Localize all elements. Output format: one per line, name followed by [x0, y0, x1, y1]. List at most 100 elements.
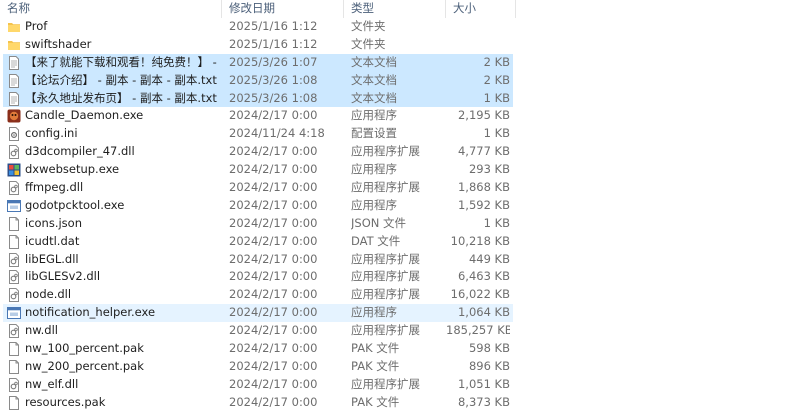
folder-icon [7, 20, 21, 34]
file-name: d3dcompiler_47.dll [25, 144, 135, 159]
exe-window-icon [7, 199, 21, 213]
file-type: 应用程序扩展 [351, 144, 420, 159]
file-row[interactable]: libGLESv2.dll 2024/2/17 0:00 应用程序扩展 6,463 K… [0, 268, 800, 286]
file-date: 2024/2/17 0:00 [229, 162, 318, 177]
file-row[interactable]: Candle_Daemon.exe 2024/2/17 0:00 应用程序 2,195… [0, 107, 800, 125]
file-row[interactable]: godotpcktool.exe 2024/2/17 0:00 应用程序 1,592 … [0, 197, 800, 215]
file-name: swiftshader [25, 36, 92, 51]
file-size: 2 KB [483, 72, 510, 87]
file-row[interactable]: swiftshader 2025/1/16 1:12 文件夹 [0, 36, 800, 54]
file-type: 文本文档 [351, 90, 397, 105]
column-header-size[interactable]: 大小 [446, 0, 516, 18]
file-date: 2024/2/17 0:00 [229, 144, 318, 159]
file-date: 2024/2/17 0:00 [229, 108, 318, 123]
file-type: 应用程序 [351, 162, 397, 177]
file-type: PAK 文件 [351, 341, 400, 356]
file-name: ffmpeg.dll [25, 180, 84, 195]
file-name: Prof [25, 19, 48, 33]
text-file-icon [7, 91, 21, 106]
file-name: 【来了就能下载和观看！纯免费！】 - 副... [25, 54, 220, 69]
file-type: 应用程序扩展 [351, 269, 420, 284]
file-type: 应用程序扩展 [351, 251, 420, 266]
file-row[interactable]: libEGL.dll 2024/2/17 0:00 应用程序扩展 449 KB [0, 251, 800, 269]
file-date: 2024/2/17 0:00 [229, 376, 318, 391]
file-size: 2,195 KB [457, 108, 510, 123]
file-type: DAT 文件 [351, 233, 401, 248]
file-date: 2024/2/17 0:00 [229, 251, 318, 266]
file-date: 2025/1/16 1:12 [229, 36, 318, 51]
dll-file-icon [7, 324, 21, 339]
file-row[interactable]: icudtl.dat 2024/2/17 0:00 DAT 文件 10,218 KB [0, 233, 800, 251]
file-date: 2025/1/16 1:12 [229, 19, 318, 33]
file-row[interactable]: ffmpeg.dll 2024/2/17 0:00 应用程序扩展 1,868 KB [0, 179, 800, 197]
file-row[interactable]: 【论坛介绍】 - 副本 - 副本 - 副本.txt 2025/3/26 1:08 文… [0, 71, 800, 90]
file-row[interactable]: 【永久地址发布页】 - 副本 - 副本.txt 2025/3/26 1:08 文本文… [0, 89, 800, 108]
file-row[interactable]: nw.dll 2024/2/17 0:00 应用程序扩展 185,257 KB [0, 322, 800, 340]
file-type: 文本文档 [351, 54, 397, 69]
file-name: 【论坛介绍】 - 副本 - 副本 - 副本.txt [25, 72, 217, 87]
file-name: libGLESv2.dll [25, 269, 101, 284]
generic-file-icon [7, 359, 21, 374]
file-date: 2025/3/26 1:07 [229, 54, 318, 69]
file-row[interactable]: nw_elf.dll 2024/2/17 0:00 应用程序扩展 1,051 KB [0, 376, 800, 394]
file-row[interactable]: node.dll 2024/2/17 0:00 应用程序扩展 16,022 KB [0, 286, 800, 304]
file-name: nw.dll [25, 323, 58, 338]
file-list: Prof 2025/1/16 1:12 文件夹 swiftshader 2025/1/1… [0, 18, 800, 412]
file-name: node.dll [25, 287, 72, 302]
file-date: 2024/2/17 0:00 [229, 323, 318, 338]
file-type: JSON 文件 [351, 215, 407, 230]
exe-window-icon [7, 306, 21, 320]
text-file-icon [7, 55, 21, 70]
file-type: 应用程序扩展 [351, 287, 420, 302]
file-type: 应用程序 [351, 197, 397, 212]
file-size: 293 KB [468, 162, 510, 177]
file-row[interactable]: config.ini 2024/11/24 4:18 配置设置 1 KB [0, 125, 800, 143]
file-row[interactable]: resources.pak 2024/2/17 0:00 PAK 文件 8,373 K… [0, 394, 800, 412]
file-size [446, 36, 510, 54]
file-name: icons.json [25, 215, 83, 230]
file-size: 6,463 KB [457, 269, 510, 284]
file-name: icudtl.dat [25, 233, 80, 248]
file-size: 598 KB [468, 341, 510, 356]
file-type: 应用程序 [351, 108, 397, 123]
dll-file-icon [7, 181, 21, 196]
file-date: 2025/3/26 1:08 [229, 90, 318, 105]
file-date: 2024/2/17 0:00 [229, 269, 318, 284]
file-size [446, 18, 510, 36]
generic-file-icon [7, 395, 21, 410]
column-header-name[interactable]: 名称 [0, 0, 222, 18]
file-row[interactable]: 【来了就能下载和观看！纯免费！】 - 副... 2025/3/26 1:07 文本文… [0, 53, 800, 72]
text-file-icon [7, 73, 21, 88]
file-date: 2024/2/17 0:00 [229, 358, 318, 373]
file-row[interactable]: nw_200_percent.pak 2024/2/17 0:00 PAK 文件 89… [0, 358, 800, 376]
file-type: 配置设置 [351, 126, 397, 141]
file-row[interactable]: dxwebsetup.exe 2024/2/17 0:00 应用程序 293 KB [0, 161, 800, 179]
candle-app-icon [7, 109, 21, 123]
file-type: 文件夹 [351, 19, 386, 33]
config-file-icon [7, 127, 21, 142]
file-size: 8,373 KB [457, 394, 510, 409]
file-type: 文件夹 [351, 36, 386, 51]
file-size: 1 KB [483, 215, 510, 230]
file-size: 1 KB [483, 126, 510, 141]
file-type: PAK 文件 [351, 394, 400, 409]
file-row[interactable]: nw_100_percent.pak 2024/2/17 0:00 PAK 文件 59… [0, 340, 800, 358]
column-header-type[interactable]: 类型 [344, 0, 446, 18]
file-date: 2024/2/17 0:00 [229, 394, 318, 409]
file-row[interactable]: notification_helper.exe 2024/2/17 0:00 应用程… [0, 304, 800, 323]
file-size: 2 KB [483, 54, 510, 69]
dxsetup-app-icon [7, 163, 21, 177]
file-size: 449 KB [468, 251, 510, 266]
dll-file-icon [7, 145, 21, 160]
file-row[interactable]: icons.json 2024/2/17 0:00 JSON 文件 1 KB [0, 215, 800, 233]
file-size: 10,218 KB [450, 233, 510, 248]
column-header-date[interactable]: 修改日期 [222, 0, 344, 18]
file-size: 1 KB [483, 90, 510, 105]
file-row[interactable]: Prof 2025/1/16 1:12 文件夹 [0, 18, 800, 36]
file-row[interactable]: d3dcompiler_47.dll 2024/2/17 0:00 应用程序扩展 4,… [0, 143, 800, 161]
file-type: 文本文档 [351, 72, 397, 87]
file-date: 2024/2/17 0:00 [229, 197, 318, 212]
file-date: 2024/2/17 0:00 [229, 287, 318, 302]
file-date: 2024/11/24 4:18 [229, 126, 325, 141]
dll-file-icon [7, 270, 21, 285]
